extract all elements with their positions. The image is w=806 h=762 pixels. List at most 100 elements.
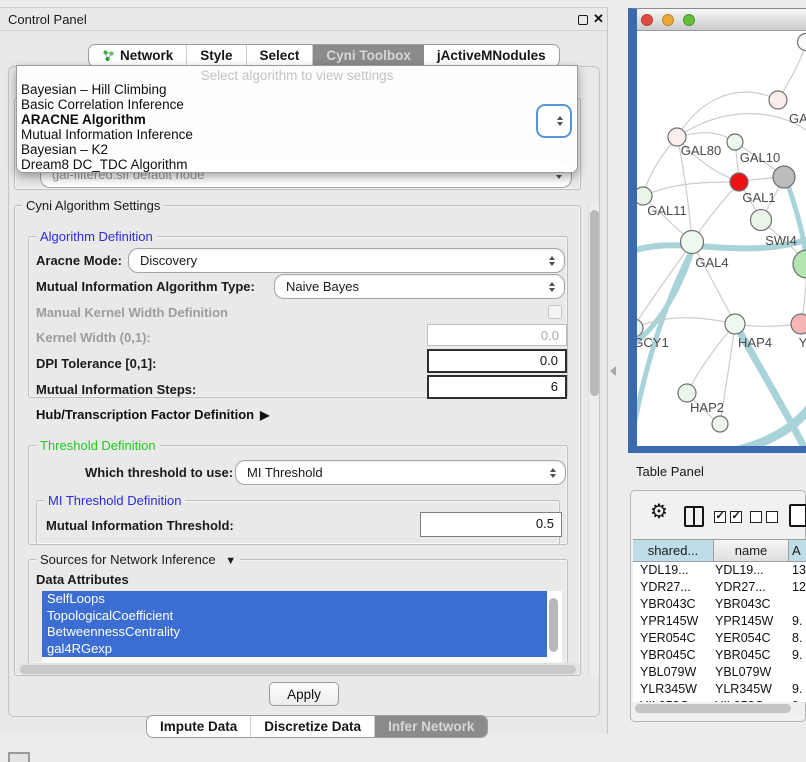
table-row[interactable]: YPR145WYPR145W9. bbox=[633, 613, 806, 630]
network-node-gal10[interactable] bbox=[727, 134, 743, 150]
algorithm-option-bayesian-k2[interactable]: Bayesian – K2 bbox=[17, 142, 577, 157]
close-traffic-light[interactable] bbox=[641, 14, 653, 26]
tab-jactivemnodules[interactable]: jActiveMNodules bbox=[424, 45, 559, 66]
column-header-name[interactable]: name bbox=[714, 540, 789, 561]
table-cell: 8. bbox=[789, 630, 806, 647]
close-icon[interactable]: ✕ bbox=[593, 11, 604, 27]
dpi-tolerance-field[interactable]: 0.0 bbox=[427, 349, 567, 373]
tab-label: jActiveMNodules bbox=[437, 48, 546, 63]
algorithm-option-bayesian-hill-climbing[interactable]: Bayesian – Hill Climbing bbox=[17, 82, 577, 97]
network-node-swi4[interactable] bbox=[751, 210, 772, 231]
unchecked-checkbox-icon-1[interactable] bbox=[750, 511, 762, 523]
tab-infer-network[interactable]: Infer Network bbox=[375, 716, 487, 737]
table-row[interactable]: YER054CYER054C8. bbox=[633, 630, 806, 647]
algorithm-option-basic-correlation-inference[interactable]: Basic Correlation Inference bbox=[17, 97, 577, 112]
mi-algorithm-type-combo[interactable]: Naive Bayes bbox=[274, 274, 565, 299]
settings-horizontal-scrollbar[interactable] bbox=[18, 663, 580, 675]
table-cell: 9. bbox=[789, 613, 806, 630]
table-cell: 9. bbox=[789, 647, 806, 664]
table-row[interactable]: YLR345WYLR345W9. bbox=[633, 681, 806, 698]
tab-style[interactable]: Style bbox=[187, 45, 246, 66]
aracne-mode-combo[interactable]: Discovery bbox=[128, 248, 565, 273]
splitter-collapse-handle[interactable] bbox=[610, 366, 616, 376]
control-panel-tabs: NetworkStyleSelectCyni Toolbox jActiveMNo… bbox=[88, 44, 560, 67]
expander-down-arrow-icon[interactable]: ▼ bbox=[225, 555, 236, 567]
table-row[interactable]: YBL079WYBL079W bbox=[633, 664, 806, 681]
network-window-titlebar[interactable] bbox=[637, 9, 806, 31]
network-canvas[interactable]: GALGAL80GAL10GAL1GAL11SWI4GAL4GCY1HAP4YH… bbox=[637, 32, 806, 446]
mi-steps-label: Mutual Information Steps: bbox=[36, 382, 196, 397]
manual-kernel-checkbox[interactable] bbox=[548, 305, 562, 319]
network-node-bottom[interactable] bbox=[712, 416, 728, 432]
split-columns-icon[interactable] bbox=[684, 506, 704, 527]
network-node-gal1[interactable] bbox=[730, 173, 748, 191]
zoom-traffic-light[interactable] bbox=[683, 14, 695, 26]
minimize-traffic-light[interactable] bbox=[662, 14, 674, 26]
checked-checkbox-icon-1[interactable] bbox=[714, 511, 726, 523]
hub-definition-expander[interactable]: Hub/Transcription Factor Definition▶ bbox=[36, 407, 269, 422]
control-panel-window: Control Panel ✕ Inference Algorithm gal-… bbox=[0, 7, 608, 734]
tab-select[interactable]: Select bbox=[247, 45, 314, 66]
algorithm-option-dream8-dc-tdc-algorithm[interactable]: Dream8 DC_TDC Algorithm bbox=[17, 157, 577, 172]
cyni-mode-tabs: Impute Data Discretize DataInfer Network bbox=[146, 715, 488, 738]
mi-steps-field[interactable]: 6 bbox=[427, 375, 567, 399]
inference-algorithm-combo[interactable] bbox=[536, 104, 572, 138]
table-cell: YDR27... bbox=[633, 579, 714, 596]
column-header-shared-[interactable]: shared... bbox=[633, 540, 714, 561]
expander-right-arrow-icon: ▶ bbox=[260, 408, 269, 422]
network-node-gray[interactable] bbox=[773, 166, 795, 188]
table-horizontal-scrollbar[interactable] bbox=[633, 702, 805, 715]
table-row[interactable]: YBR045CYBR045C9. bbox=[633, 647, 806, 664]
float-window-icon[interactable] bbox=[578, 15, 588, 25]
which-threshold-combo[interactable]: MI Threshold bbox=[235, 460, 566, 485]
network-tab-icon bbox=[102, 49, 115, 62]
kernel-width-label: Kernel Width (0,1): bbox=[36, 330, 151, 345]
combo-spinner-icon bbox=[549, 282, 555, 292]
network-graph: GALGAL80GAL10GAL1GAL11SWI4GAL4GCY1HAP4YH… bbox=[637, 32, 806, 446]
kernel-width-field[interactable]: 0.0 bbox=[427, 324, 567, 346]
table-cell: YBL079W bbox=[714, 664, 789, 681]
tab-network[interactable]: Network bbox=[89, 45, 187, 66]
column-header-a[interactable]: A bbox=[789, 540, 806, 561]
tab-discretize-data[interactable]: Discretize Data bbox=[251, 716, 375, 737]
table-row[interactable]: YBR043CYBR043C bbox=[633, 596, 806, 613]
network-node-hap4[interactable] bbox=[725, 314, 745, 334]
aracne-mode-value: Discovery bbox=[140, 253, 197, 268]
network-node-gal4[interactable] bbox=[681, 231, 704, 254]
checked-checkbox-icon-2[interactable] bbox=[730, 511, 742, 523]
document-icon[interactable] bbox=[789, 504, 806, 527]
mi-threshold-field[interactable]: 0.5 bbox=[420, 512, 562, 537]
table-row[interactable]: YDR27...YDR27...12 bbox=[633, 579, 806, 596]
tab-label: Impute Data bbox=[160, 719, 237, 734]
table-row[interactable]: YDL19...YDL19...13 bbox=[633, 562, 806, 579]
network-node-big-green[interactable] bbox=[793, 250, 806, 278]
screen: Control Panel ✕ Inference Algorithm gal-… bbox=[0, 0, 806, 762]
attributes-list-scrollbar[interactable] bbox=[549, 598, 558, 652]
apply-button[interactable]: Apply bbox=[269, 682, 339, 706]
sources-group-title: Sources for Network Inference ▼ bbox=[36, 552, 240, 567]
tab-cyni-toolbox[interactable]: Cyni Toolbox bbox=[313, 45, 424, 66]
mi-threshold-group-title: MI Threshold Definition bbox=[44, 493, 185, 508]
network-node-y[interactable] bbox=[791, 314, 806, 334]
settings-vertical-scrollbar[interactable] bbox=[588, 205, 599, 675]
table-cell: YBR043C bbox=[633, 596, 714, 613]
attribute-item-gal4rgexp[interactable]: gal4RGexp bbox=[42, 641, 547, 658]
table-cell: YPR145W bbox=[714, 613, 789, 630]
algorithm-option-aracne-algorithm[interactable]: ARACNE Algorithm bbox=[17, 112, 577, 127]
table-cell: YPR145W bbox=[633, 613, 714, 630]
attribute-item-topologicalcoefficient[interactable]: TopologicalCoefficient bbox=[42, 608, 547, 625]
algorithm-option-mutual-information-inference[interactable]: Mutual Information Inference bbox=[17, 127, 577, 142]
network-node-top-right[interactable] bbox=[798, 34, 806, 51]
attribute-item-betweennesscentrality[interactable]: BetweennessCentrality bbox=[42, 624, 547, 641]
tab-impute-data[interactable]: Impute Data bbox=[147, 716, 251, 737]
node-label-gal80: GAL80 bbox=[681, 143, 721, 158]
gear-icon[interactable]: ⚙ bbox=[650, 502, 668, 522]
mini-float-icon[interactable] bbox=[8, 752, 30, 762]
node-label-gal10: GAL10 bbox=[740, 150, 780, 165]
node-attribute-table: shared...nameA YDL19...YDL19...13YDR27..… bbox=[633, 539, 806, 702]
network-node-gal[interactable] bbox=[769, 91, 787, 109]
settings-group-title: Cyni Algorithm Settings bbox=[22, 198, 164, 213]
unchecked-checkbox-icon-2[interactable] bbox=[766, 511, 778, 523]
attribute-item-selfloops[interactable]: SelfLoops bbox=[42, 591, 547, 608]
node-label-gal4: GAL4 bbox=[695, 255, 728, 270]
